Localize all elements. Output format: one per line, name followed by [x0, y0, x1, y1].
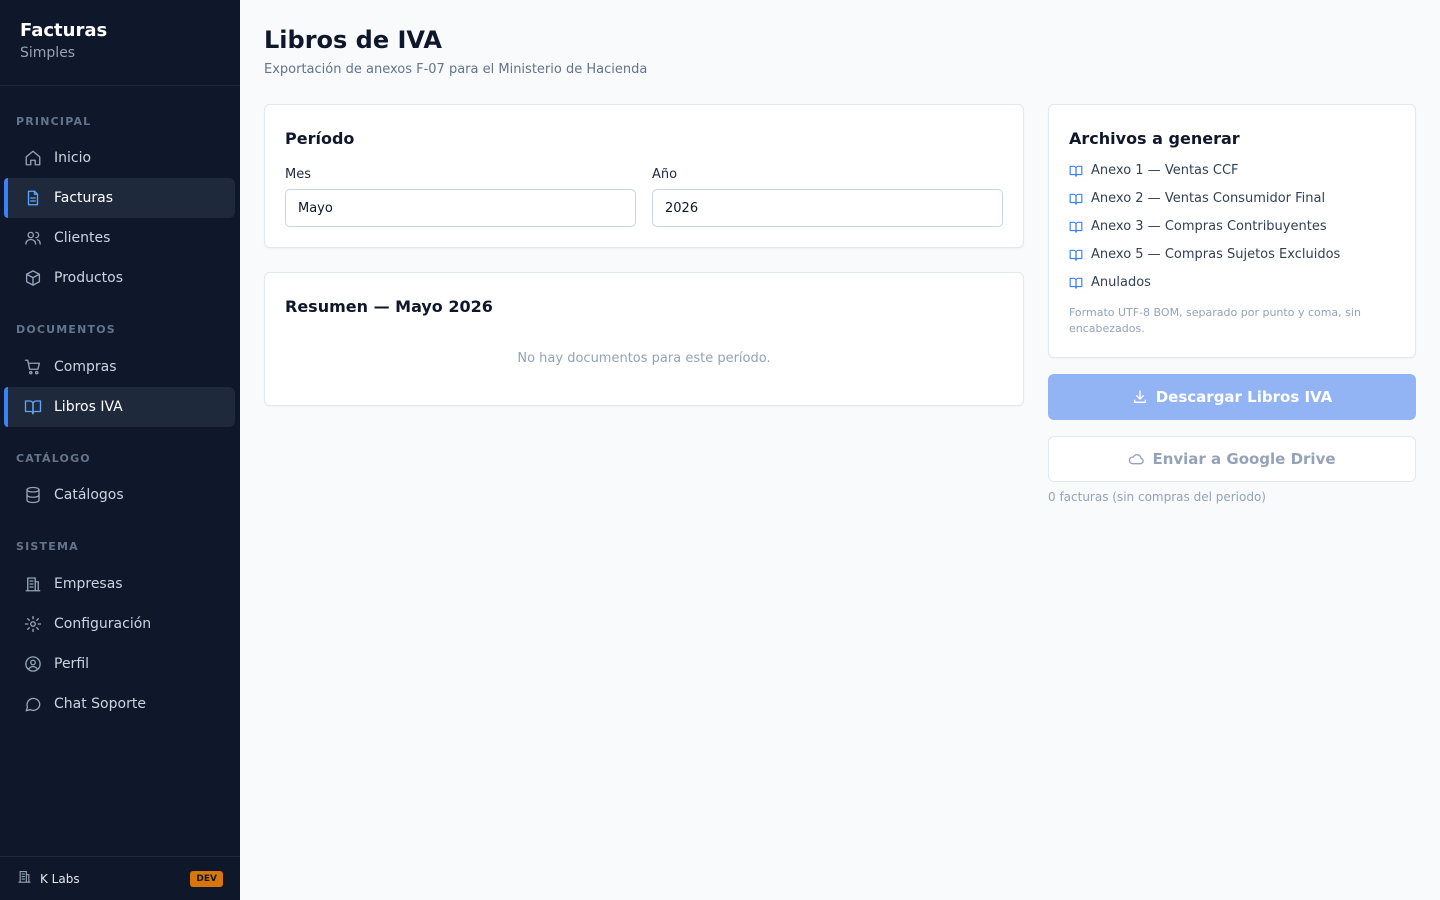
page-title: Libros de IVA	[264, 26, 442, 54]
sidebar-item-chat-soporte[interactable]: Chat Soporte	[4, 684, 235, 724]
brand-subtitle: Simples	[20, 45, 76, 61]
database-icon	[24, 486, 42, 504]
count-note: 0 facturas (sin compras del periodo)	[1048, 490, 1266, 504]
file-item-anulados: Anulados	[1069, 275, 1151, 290]
file-item-label: Anexo 5 — Compras Sujetos Excluidos	[1091, 247, 1341, 262]
download-icon	[1132, 389, 1148, 405]
file-item-label: Anexo 2 — Ventas Consumidor Final	[1091, 191, 1326, 206]
sidebar-item-empresas[interactable]: Empresas	[4, 564, 235, 604]
user-circle-icon	[24, 655, 42, 673]
gear-icon	[24, 615, 42, 633]
file-item-anexo1: Anexo 1 — Ventas CCF	[1069, 163, 1239, 178]
book-open-icon	[24, 398, 42, 416]
sidebar-item-inicio[interactable]: Inicio	[4, 138, 235, 178]
empty-message: No hay documentos para este período.	[517, 351, 771, 366]
sidebar-item-label: Configuración	[54, 616, 152, 632]
section-label-sistema: SISTEMA	[16, 540, 79, 553]
package-icon	[24, 269, 42, 287]
brand: Facturas Simples	[0, 0, 240, 86]
sidebar-item-label: Catálogos	[54, 487, 124, 503]
periodo-title: Período	[285, 129, 355, 148]
sidebar-item-perfil[interactable]: Perfil	[4, 644, 235, 684]
sidebar-item-label: Chat Soporte	[54, 696, 146, 712]
sidebar-item-label: Empresas	[54, 576, 123, 592]
sidebar-item-catalogos[interactable]: Catálogos	[4, 475, 235, 515]
sidebar-item-compras[interactable]: Compras	[4, 347, 235, 387]
sidebar-item-label: Inicio	[54, 150, 92, 166]
book-open-icon	[1069, 276, 1083, 290]
sidebar-footer[interactable]: K Labs DEV	[0, 856, 240, 900]
sidebar-item-clientes[interactable]: Clientes	[4, 218, 235, 258]
sidebar-item-productos[interactable]: Productos	[4, 258, 235, 298]
section-label-principal: PRINCIPAL	[16, 115, 92, 128]
sidebar-item-label: Libros IVA	[54, 399, 123, 415]
mes-label: Mes	[285, 167, 311, 182]
sidebar-item-label: Clientes	[54, 230, 111, 246]
file-item-anexo5: Anexo 5 — Compras Sujetos Excluidos	[1069, 247, 1340, 262]
file-item-anexo3: Anexo 3 — Compras Contribuyentes	[1069, 219, 1327, 234]
file-text-icon	[24, 189, 42, 207]
file-item-label: Anulados	[1091, 275, 1151, 290]
cloud-icon	[1128, 451, 1145, 467]
sidebar-item-facturas[interactable]: Facturas	[4, 178, 235, 218]
sidebar-item-label: Compras	[54, 359, 117, 375]
building-icon	[17, 869, 32, 888]
brand-title: Facturas	[20, 20, 108, 41]
users-icon	[24, 229, 42, 247]
anio-label: Año	[652, 167, 678, 182]
home-icon	[24, 149, 42, 167]
resumen-title: Resumen — Mayo 2026	[285, 297, 493, 316]
book-open-icon	[1069, 192, 1083, 206]
chat-icon	[24, 695, 42, 713]
company-name: K Labs	[40, 871, 80, 886]
page-subtitle: Exportación de anexos F-07 para el Minis…	[264, 62, 648, 77]
archivos-title: Archivos a generar	[1069, 129, 1240, 148]
env-badge: DEV	[190, 870, 223, 887]
file-item-label: Anexo 3 — Compras Contribuyentes	[1091, 219, 1327, 234]
sidebar: Facturas Simples PRINCIPAL Inicio Factur…	[0, 0, 240, 900]
book-open-icon	[1069, 220, 1083, 234]
sidebar-item-libros-iva[interactable]: Libros IVA	[4, 387, 235, 427]
archivos-card: Archivos a generar Anexo 1 — Ventas CCF …	[1048, 104, 1416, 358]
format-note: Formato UTF-8 BOM, separado por punto y …	[1069, 306, 1361, 335]
file-item-anexo2: Anexo 2 — Ventas Consumidor Final	[1069, 191, 1325, 206]
sidebar-item-configuracion[interactable]: Configuración	[4, 604, 235, 644]
building-icon	[24, 575, 42, 593]
file-item-label: Anexo 1 — Ventas CCF	[1091, 163, 1239, 178]
download-libros-button[interactable]: Descargar Libros IVA	[1048, 374, 1416, 420]
download-label: Descargar Libros IVA	[1155, 388, 1333, 406]
book-open-icon	[1069, 164, 1083, 178]
section-label-documentos: DOCUMENTOS	[16, 323, 116, 336]
send-drive-button[interactable]: Enviar a Google Drive	[1048, 436, 1416, 482]
drive-label: Enviar a Google Drive	[1152, 450, 1336, 468]
section-label-catalogo: CATÁLOGO	[16, 452, 91, 465]
cart-icon	[24, 358, 42, 376]
book-open-icon	[1069, 248, 1083, 262]
mes-select[interactable]: Mayo	[285, 189, 636, 227]
sidebar-item-label: Facturas	[54, 190, 114, 206]
anio-input[interactable]: 2026	[652, 189, 1003, 227]
resumen-card: Resumen — Mayo 2026 No hay documentos pa…	[264, 272, 1024, 406]
sidebar-item-label: Productos	[54, 270, 124, 286]
periodo-card: Período Mes Mayo Año 2026	[264, 104, 1024, 248]
sidebar-item-label: Perfil	[54, 656, 90, 672]
